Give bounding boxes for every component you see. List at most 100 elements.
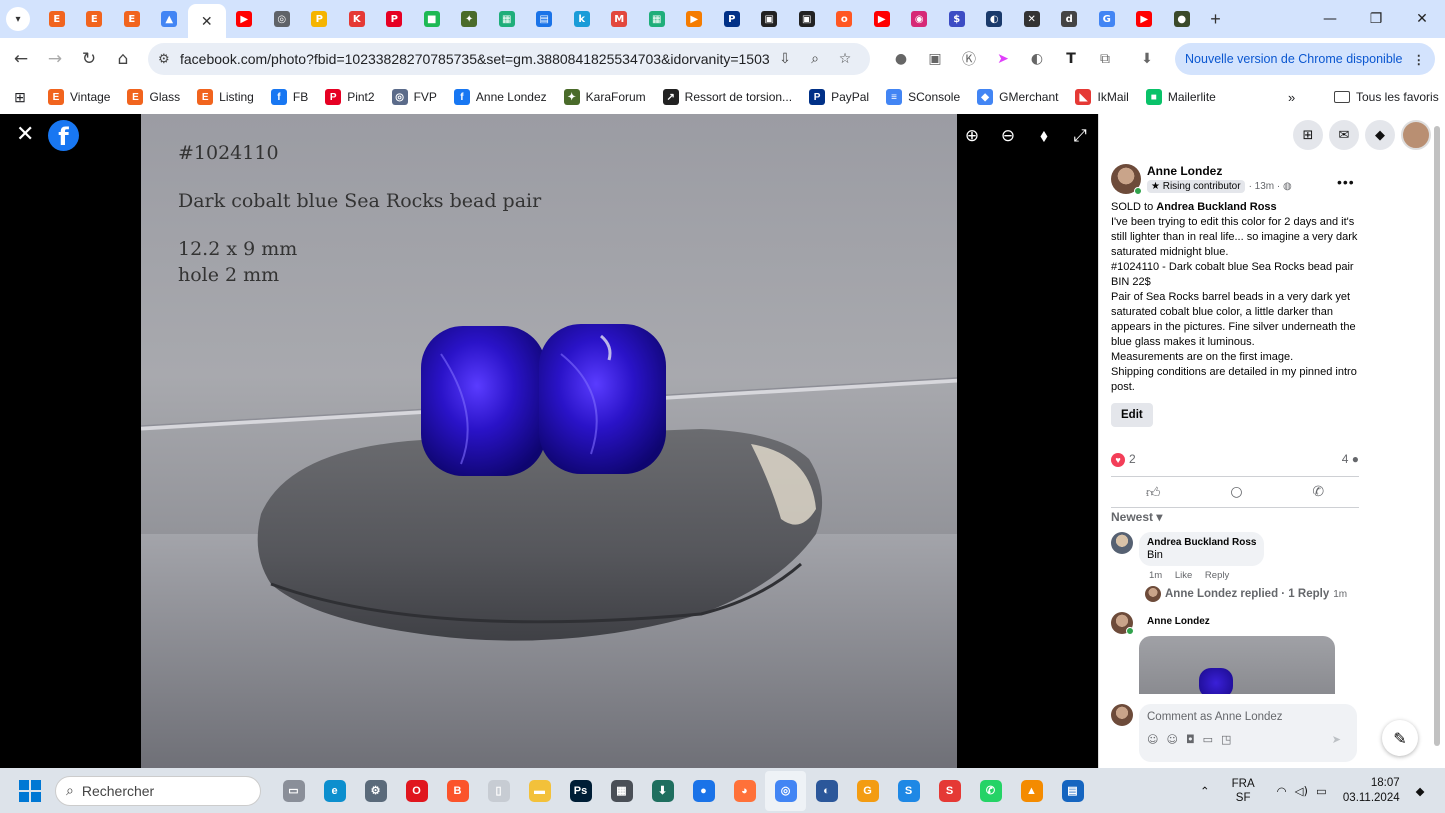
reload-button[interactable]: ↻ bbox=[72, 49, 106, 69]
taskbar-app[interactable]: S bbox=[888, 771, 929, 811]
zoom-icon[interactable]: ⌕ bbox=[800, 51, 830, 67]
send-icon[interactable]: ➤ bbox=[1332, 733, 1341, 746]
taskbar-app[interactable]: S bbox=[929, 771, 970, 811]
taskbar-app[interactable]: ✆ bbox=[970, 771, 1011, 811]
install-app-icon[interactable]: ⇩ bbox=[770, 51, 800, 67]
browser-tab[interactable]: ◉ bbox=[901, 4, 939, 34]
menu-grid-icon[interactable]: ⊞ bbox=[1293, 120, 1323, 150]
taskbar-app[interactable]: ▲ bbox=[1011, 771, 1052, 811]
taskbar-app[interactable]: O bbox=[396, 771, 437, 811]
input-language[interactable]: FRA SF bbox=[1232, 777, 1255, 805]
address-bar[interactable]: ⚙ facebook.com/photo?fbid=10233828270785… bbox=[148, 43, 870, 75]
forward-button[interactable]: → bbox=[38, 49, 72, 69]
bookmark-item[interactable]: ✦ KaraForum bbox=[563, 89, 646, 105]
browser-tab[interactable]: ◐ bbox=[976, 4, 1014, 34]
taskbar-app[interactable]: e bbox=[314, 771, 355, 811]
chrome-menu-icon[interactable]: ⋮ bbox=[1413, 52, 1426, 67]
bookmark-item[interactable]: E Vintage bbox=[48, 89, 110, 105]
view-replies-link[interactable]: Anne Londez replied · 1 Reply 1m bbox=[1145, 586, 1347, 602]
wifi-icon[interactable]: ◠ bbox=[1277, 784, 1287, 798]
extension-icon[interactable]: ➤ bbox=[986, 51, 1020, 67]
taskbar-app[interactable]: ◐ bbox=[806, 771, 847, 811]
scrollbar-thumb[interactable] bbox=[1434, 126, 1440, 746]
comment-time[interactable]: 1m bbox=[1149, 570, 1162, 581]
new-message-icon[interactable]: ✎ bbox=[1382, 720, 1418, 756]
bookmark-item[interactable]: ◣ IkMail bbox=[1075, 89, 1129, 105]
tab-search-button[interactable]: ▾ bbox=[6, 7, 30, 31]
bookmark-item[interactable]: P Pint2 bbox=[325, 89, 375, 105]
text-extension-icon[interactable]: T bbox=[1054, 51, 1088, 67]
taskbar-app[interactable]: ◕ bbox=[724, 771, 765, 811]
browser-tab[interactable]: ▦ bbox=[638, 4, 676, 34]
panel-scrollbar[interactable] bbox=[1433, 118, 1441, 758]
taskbar-app[interactable]: ▬ bbox=[519, 771, 560, 811]
reactions[interactable]: ♥ 2 bbox=[1111, 452, 1136, 467]
taskbar-app[interactable]: ⬇ bbox=[642, 771, 683, 811]
browser-tab[interactable]: ✕ bbox=[1013, 4, 1051, 34]
bookmark-item[interactable]: f FB bbox=[270, 89, 308, 105]
whatsapp-share-icon[interactable]: ✆ bbox=[1312, 484, 1324, 500]
browser-tab[interactable]: o bbox=[826, 4, 864, 34]
messenger-icon[interactable]: ✉ bbox=[1329, 120, 1359, 150]
author-name[interactable]: Anne Londez bbox=[1147, 164, 1292, 178]
bookmark-item[interactable]: E Glass bbox=[127, 89, 180, 105]
zoom-out-icon[interactable]: ⊖ bbox=[990, 126, 1026, 146]
taskbar-app[interactable]: ▦ bbox=[601, 771, 642, 811]
zoom-in-icon[interactable]: ⊕ bbox=[954, 126, 990, 146]
taskbar-app[interactable]: ▤ bbox=[1052, 771, 1093, 811]
comment-like-link[interactable]: Like bbox=[1175, 570, 1192, 581]
commenter-name[interactable]: Andrea Buckland Ross bbox=[1147, 537, 1256, 548]
start-button[interactable] bbox=[19, 779, 41, 802]
bookmark-item[interactable]: E Listing bbox=[197, 89, 254, 105]
taskbar-app[interactable]: ◎ bbox=[765, 770, 806, 811]
bookmark-item[interactable]: ↗ Ressort de torsion... bbox=[662, 89, 792, 105]
extension-icon[interactable]: ◐ bbox=[1020, 51, 1054, 67]
fullscreen-icon[interactable]: ⤢ bbox=[1062, 126, 1098, 146]
taskbar-app[interactable]: ● bbox=[683, 771, 724, 811]
rising-contributor-badge[interactable]: ★ Rising contributor bbox=[1147, 180, 1245, 193]
browser-tab[interactable]: ▶ bbox=[1126, 4, 1164, 34]
new-tab-button[interactable]: + bbox=[1201, 9, 1231, 30]
browser-tab[interactable]: G bbox=[1088, 4, 1126, 34]
post-time[interactable]: · 13m · ◍ bbox=[1249, 181, 1292, 192]
browser-tab[interactable]: ▲ bbox=[151, 4, 189, 34]
clock[interactable]: 18:07 03.11.2024 bbox=[1343, 776, 1400, 806]
facebook-logo-icon[interactable]: f bbox=[48, 120, 79, 151]
browser-tab[interactable]: E bbox=[76, 4, 114, 34]
reply-author-avatar[interactable] bbox=[1111, 612, 1134, 635]
browser-tab[interactable]: P bbox=[713, 4, 751, 34]
bookmark-item[interactable]: ■ Mailerlite bbox=[1145, 89, 1216, 105]
extensions-puzzle-icon[interactable]: ⧉ bbox=[1088, 51, 1122, 67]
camera-icon[interactable]: ◘ bbox=[1186, 733, 1195, 746]
minimize-button[interactable]: — bbox=[1307, 11, 1353, 27]
back-button[interactable]: ← bbox=[4, 49, 38, 69]
taskbar-search[interactable]: ⌕ Rechercher bbox=[55, 775, 261, 806]
battery-icon[interactable]: ▭ bbox=[1316, 784, 1327, 798]
extension-icon[interactable]: ▣ bbox=[918, 51, 952, 67]
browser-tab[interactable]: E bbox=[113, 4, 151, 34]
downloads-icon[interactable]: ⬇ bbox=[1130, 51, 1164, 67]
restore-button[interactable]: ❐ bbox=[1353, 11, 1399, 27]
extension-icon[interactable]: Ⓚ bbox=[952, 49, 986, 69]
like-icon[interactable]: 👍︎ bbox=[1146, 484, 1161, 501]
sticker-icon[interactable]: ◳ bbox=[1221, 733, 1231, 746]
commenter-avatar[interactable] bbox=[1111, 532, 1133, 554]
extension-icon[interactable]: ● bbox=[884, 51, 918, 67]
all-bookmarks-button[interactable]: Tous les favoris bbox=[1334, 90, 1439, 104]
avatar-sticker-icon[interactable]: ☺ bbox=[1147, 733, 1158, 746]
emoji-icon[interactable]: ☺ bbox=[1166, 733, 1177, 746]
browser-tab[interactable]: k bbox=[563, 4, 601, 34]
bookmark-item[interactable]: f Anne Londez bbox=[453, 89, 547, 105]
bookmark-star-icon[interactable]: ☆ bbox=[830, 51, 860, 67]
tag-icon[interactable]: ⬧ bbox=[1026, 126, 1062, 146]
notification-bell-icon[interactable]: ◆ bbox=[1416, 784, 1425, 798]
bookmark-item[interactable]: ◎ FVP bbox=[391, 89, 437, 105]
bookmark-item[interactable]: ◆ GMerchant bbox=[977, 89, 1058, 105]
browser-tab[interactable]: ● bbox=[1163, 4, 1201, 34]
comments-count-link[interactable]: 4 ● bbox=[1342, 452, 1359, 467]
browser-tab[interactable]: P bbox=[376, 4, 414, 34]
taskbar-app[interactable]: ▯ bbox=[478, 771, 519, 811]
browser-tab[interactable]: E bbox=[38, 4, 76, 34]
chrome-update-button[interactable]: Nouvelle version de Chrome disponible ⋮ bbox=[1175, 43, 1435, 75]
close-tab-icon[interactable]: ✕ bbox=[201, 13, 213, 30]
